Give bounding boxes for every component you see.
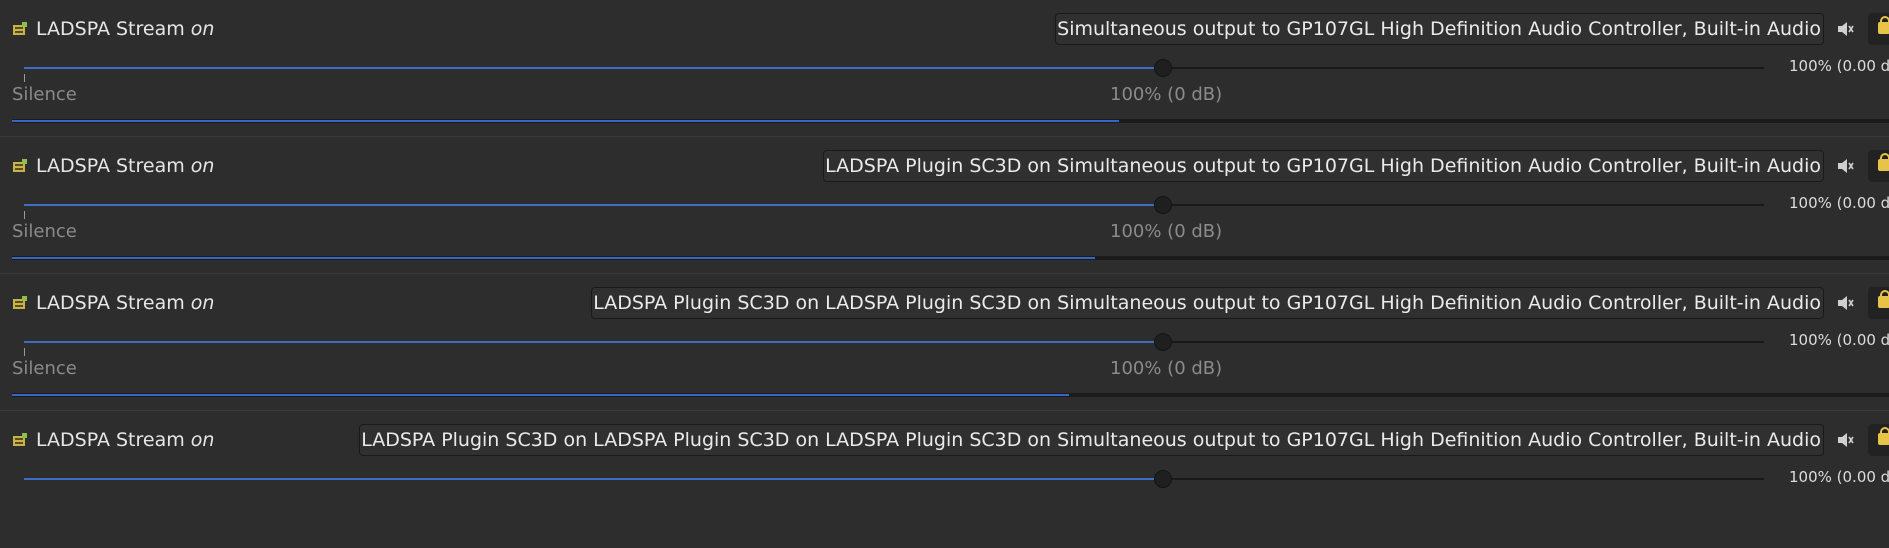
output-device-selector[interactable]: LADSPA Plugin SC3D on LADSPA Plugin SC3D… [591, 287, 1824, 319]
lock-icon [1878, 153, 1889, 171]
output-device-selector[interactable]: LADSPA Plugin SC3D on LADSPA Plugin SC3D… [359, 424, 1824, 456]
volume-handle[interactable] [1154, 470, 1172, 488]
peak-meter-fill [12, 394, 1069, 396]
volume-readout: 100% (0.00 dB) [1789, 468, 1889, 486]
stream-title: LADSPA Stream on [36, 428, 214, 452]
app-state: on [190, 292, 215, 314]
lock-channels-button[interactable] [1868, 287, 1889, 319]
output-device-selector[interactable]: LADSPA Plugin SC3D on Simultaneous outpu… [823, 150, 1824, 182]
app-state: on [190, 429, 215, 451]
volume-readout: 100% (0.00 dB) [1789, 57, 1889, 75]
app-icon [13, 22, 27, 35]
app-name: LADSPA Stream [36, 429, 185, 451]
scale-label-silence: Silence [12, 221, 77, 242]
scale-label-100: 100% (0 dB) [1110, 221, 1223, 242]
app-name: LADSPA Stream [36, 18, 185, 40]
speaker-mute-icon[interactable] [1836, 294, 1854, 312]
app-icon [13, 433, 27, 446]
output-device-selector[interactable]: Simultaneous output to GP107GL High Defi… [1055, 13, 1824, 45]
app-name: LADSPA Stream [36, 155, 185, 177]
speaker-mute-icon[interactable] [1836, 431, 1854, 449]
app-state: on [190, 155, 215, 177]
volume-tick [24, 211, 25, 219]
lock-channels-button[interactable] [1868, 13, 1889, 45]
app-icon [13, 296, 27, 309]
volume-fill [24, 478, 1163, 480]
stream-row: LADSPA Stream on LADSPA Plugin SC3D on L… [0, 274, 1889, 411]
volume-tick [24, 74, 25, 82]
volume-tick [24, 348, 25, 356]
scale-label-silence: Silence [12, 358, 77, 379]
lock-icon [1878, 290, 1889, 308]
scale-label-silence: Silence [12, 84, 77, 105]
scale-label-100: 100% (0 dB) [1110, 358, 1223, 379]
stream-title: LADSPA Stream on [36, 154, 214, 178]
stream-row: LADSPA Stream on LADSPA Plugin SC3D on L… [0, 411, 1889, 548]
speaker-mute-icon[interactable] [1836, 20, 1854, 38]
volume-fill [24, 67, 1163, 69]
stream-title: LADSPA Stream on [36, 291, 214, 315]
volume-handle[interactable] [1154, 59, 1172, 77]
lock-icon [1878, 16, 1889, 34]
app-icon [13, 159, 27, 172]
stream-row: LADSPA Stream on Simultaneous output to … [0, 0, 1889, 137]
lock-icon [1878, 427, 1889, 445]
volume-handle[interactable] [1154, 333, 1172, 351]
app-state: on [190, 18, 215, 40]
volume-handle[interactable] [1154, 196, 1172, 214]
volume-readout: 100% (0.00 dB) [1789, 194, 1889, 212]
peak-meter-fill [12, 120, 1119, 122]
speaker-mute-icon[interactable] [1836, 157, 1854, 175]
volume-fill [24, 341, 1163, 343]
volume-fill [24, 204, 1163, 206]
stream-title: LADSPA Stream on [36, 17, 214, 41]
lock-channels-button[interactable] [1868, 150, 1889, 182]
app-name: LADSPA Stream [36, 292, 185, 314]
volume-readout: 100% (0.00 dB) [1789, 331, 1889, 349]
lock-channels-button[interactable] [1868, 424, 1889, 456]
scale-label-100: 100% (0 dB) [1110, 84, 1223, 105]
peak-meter-fill [12, 257, 1095, 259]
stream-row: LADSPA Stream on LADSPA Plugin SC3D on S… [0, 137, 1889, 274]
